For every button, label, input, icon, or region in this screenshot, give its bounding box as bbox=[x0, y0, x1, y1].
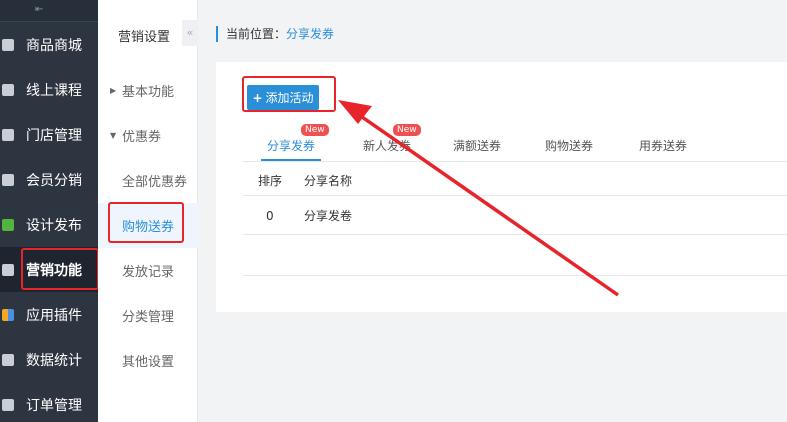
sidebar-top-bar: ⇤ bbox=[0, 0, 98, 22]
breadcrumb-prefix: 当前位置： bbox=[226, 27, 287, 41]
store-icon bbox=[2, 128, 14, 141]
shop-icon bbox=[2, 38, 14, 51]
sidebar-item-stores[interactable]: 门店管理 bbox=[0, 112, 98, 157]
collapse-left-icon[interactable]: ⇤ bbox=[35, 4, 43, 15]
subnav-item-label: 分类管理 bbox=[122, 310, 175, 325]
tab-label: 新人发券 bbox=[362, 139, 411, 153]
sidebar-item-label: 门店管理 bbox=[26, 127, 82, 144]
column-header-name: 分享名称 bbox=[304, 174, 353, 188]
caret-down-icon: ▼ bbox=[110, 131, 117, 140]
subnav-item-label: 发放记录 bbox=[122, 265, 175, 280]
subnav-item-records[interactable]: 发放记录 bbox=[98, 248, 198, 293]
plugin-icon bbox=[2, 308, 14, 321]
sidebar-item-label: 应用插件 bbox=[26, 307, 82, 324]
subnav-item-other-settings[interactable]: 其他设置 bbox=[98, 338, 198, 383]
subnav-header: 营销设置 « bbox=[98, 0, 198, 66]
cell-name: 分享发卷 bbox=[304, 209, 353, 223]
sidebar-item-courses[interactable]: 线上课程 bbox=[0, 67, 98, 112]
order-icon bbox=[2, 398, 14, 411]
sidebar-item-plugins[interactable]: 应用插件 bbox=[0, 292, 98, 337]
table-row[interactable]: 0 分享发卷 bbox=[243, 197, 787, 235]
sidebar-item-label: 订单管理 bbox=[26, 397, 82, 414]
subnav-item-label: 其他设置 bbox=[122, 355, 175, 370]
tab-use-coupon[interactable]: 用券送券 bbox=[635, 135, 691, 161]
chart-icon bbox=[2, 353, 14, 366]
subnav-item-label: 基本功能 bbox=[122, 85, 175, 100]
tab-shopping-coupon[interactable]: 购物送券 bbox=[541, 135, 597, 161]
gift-icon bbox=[2, 263, 14, 276]
cell-order: 0 bbox=[266, 209, 274, 223]
user-icon bbox=[2, 173, 14, 186]
subnav-collapse-icon[interactable]: « bbox=[182, 20, 198, 46]
sidebar-item-design[interactable]: 设计发布 bbox=[0, 202, 98, 247]
sidebar-item-shop[interactable]: 商品商城 bbox=[0, 22, 98, 67]
table-row-empty bbox=[243, 236, 787, 276]
sidebar-item-label: 商品商城 bbox=[26, 37, 82, 54]
subnav-item-basic[interactable]: ▶ 基本功能 bbox=[98, 68, 198, 113]
subnav-item-categories[interactable]: 分类管理 bbox=[98, 293, 198, 338]
subnav-item-coupons[interactable]: ▼ 优惠券 bbox=[98, 113, 198, 158]
subnav-title: 营销设置 bbox=[118, 30, 171, 45]
highlight-box-add-button bbox=[242, 76, 336, 112]
sidebar-item-members[interactable]: 会员分销 bbox=[0, 157, 98, 202]
breadcrumb-current[interactable]: 分享发券 bbox=[286, 27, 334, 41]
sidebar-item-orders[interactable]: 订单管理 bbox=[0, 382, 98, 422]
table-header: 排序 分享名称 bbox=[243, 166, 787, 196]
column-header-order: 排序 bbox=[258, 174, 283, 188]
sidebar-item-label: 设计发布 bbox=[26, 217, 82, 234]
sidebar-item-label: 数据统计 bbox=[26, 352, 82, 369]
main-sidebar: ⇤ 商品商城 线上课程 门店管理 会员分销 设计发布 营销功能 应用插件 数据统… bbox=[0, 0, 98, 422]
new-badge: New bbox=[393, 124, 421, 136]
subnav-item-all-coupons[interactable]: 全部优惠券 bbox=[98, 158, 198, 203]
subnav-item-label: 全部优惠券 bbox=[122, 175, 188, 190]
coupon-tabs: 分享发券 New 新人发券 New 满额送券 购物送券 用券送券 bbox=[243, 124, 787, 162]
sidebar-item-stats[interactable]: 数据统计 bbox=[0, 337, 98, 382]
tab-full-amount-coupon[interactable]: 满额送券 bbox=[447, 135, 507, 161]
new-badge: New bbox=[301, 124, 329, 136]
highlight-box-shopping-coupons bbox=[108, 202, 184, 243]
tab-label: 购物送券 bbox=[544, 139, 593, 153]
subnav-item-label: 优惠券 bbox=[122, 130, 162, 145]
tab-label: 满额送券 bbox=[452, 139, 501, 153]
users-icon bbox=[2, 83, 14, 96]
sidebar-item-label: 会员分销 bbox=[26, 172, 82, 189]
tab-newcomer-coupon[interactable]: 新人发券 New bbox=[355, 124, 421, 161]
tab-label: 分享发券 bbox=[266, 139, 315, 153]
sidebar-item-label: 线上课程 bbox=[26, 82, 82, 99]
tab-label: 用券送券 bbox=[638, 139, 687, 153]
design-icon bbox=[2, 218, 14, 231]
breadcrumb: 当前位置：分享发券 bbox=[216, 26, 334, 42]
highlight-box-marketing bbox=[21, 248, 99, 290]
tab-share-coupon[interactable]: 分享发券 New bbox=[261, 124, 329, 161]
caret-right-icon: ▶ bbox=[110, 86, 117, 95]
